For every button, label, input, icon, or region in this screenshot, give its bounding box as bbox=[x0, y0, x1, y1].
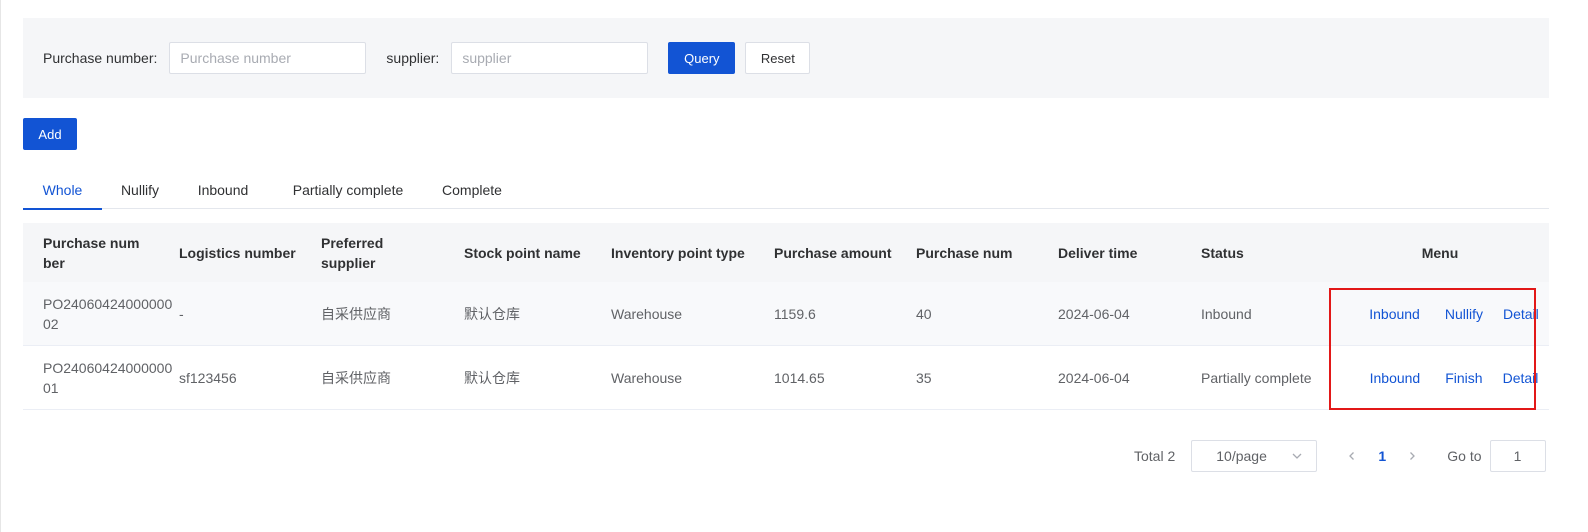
inventory-point-type-cell: Warehouse bbox=[611, 305, 683, 322]
preferred-supplier-cell: 自采供应商 bbox=[321, 369, 391, 386]
column-header-logistics-number: Logistics number bbox=[179, 244, 296, 261]
page-size-select[interactable]: 10/page bbox=[1191, 440, 1318, 472]
purchase-amount-cell: 1159.6 bbox=[774, 305, 816, 322]
finish-link[interactable]: Finish bbox=[1445, 368, 1482, 388]
purchase-order-page: Purchase number: supplier: Query Reset A… bbox=[0, 0, 1588, 532]
purchase-num-cell: 40 bbox=[916, 305, 932, 322]
page-number[interactable]: 1 bbox=[1367, 448, 1397, 464]
tab-complete[interactable]: Complete bbox=[428, 170, 516, 209]
status-cell: Inbound bbox=[1201, 305, 1252, 322]
column-header-stock-point-name: Stock point name bbox=[464, 244, 581, 261]
purchase-number-cell: PO2406042400000001 bbox=[43, 359, 173, 396]
status-cell: Partially complete bbox=[1201, 369, 1312, 386]
goto-page-input[interactable] bbox=[1489, 440, 1546, 472]
add-button[interactable]: Add bbox=[23, 118, 77, 150]
column-header-purchase-num: Purchase num bbox=[916, 244, 1013, 261]
chevron-right-icon bbox=[1410, 452, 1416, 460]
chevron-left-icon bbox=[1349, 452, 1355, 460]
purchase-amount-cell: 1014.65 bbox=[774, 369, 825, 386]
menu-cell: Inbound Finish Detail bbox=[1331, 368, 1549, 388]
detail-link[interactable]: Detail bbox=[1503, 304, 1539, 324]
purchase-number-label: Purchase number: bbox=[43, 50, 158, 66]
inventory-point-type-cell: Warehouse bbox=[611, 369, 683, 386]
tab-partially-complete[interactable]: Partially complete bbox=[268, 170, 428, 209]
pager: 1 bbox=[1341, 445, 1423, 467]
purchase-order-table: Purchase number Logistics number Preferr… bbox=[23, 223, 1549, 410]
tab-inbound[interactable]: Inbound bbox=[178, 170, 268, 209]
reset-button[interactable]: Reset bbox=[745, 42, 811, 74]
tab-whole[interactable]: Whole bbox=[23, 170, 102, 210]
deliver-time-cell: 2024-06-04 bbox=[1058, 369, 1130, 386]
table-header: Purchase number Logistics number Preferr… bbox=[23, 223, 1549, 282]
stock-point-name-cell: 默认仓库 bbox=[464, 369, 520, 386]
purchase-number-cell: PO2406042400000002 bbox=[43, 295, 173, 332]
column-header-inventory-point-type: Inventory point type bbox=[611, 244, 745, 261]
logistics-number-cell: sf123456 bbox=[179, 369, 237, 386]
inbound-link[interactable]: Inbound bbox=[1369, 304, 1420, 324]
total-count: Total 2 bbox=[1134, 448, 1176, 464]
detail-link[interactable]: Detail bbox=[1503, 368, 1539, 388]
tab-nullify[interactable]: Nullify bbox=[102, 170, 178, 209]
query-button[interactable]: Query bbox=[668, 42, 736, 74]
column-header-menu: Menu bbox=[1421, 244, 1459, 261]
deliver-time-cell: 2024-06-04 bbox=[1058, 305, 1130, 322]
pagination: Total 2 10/page 1 Go to bbox=[1134, 440, 1546, 472]
logistics-number-cell: - bbox=[179, 305, 184, 322]
column-header-status: Status bbox=[1201, 244, 1244, 261]
column-header-purchase-amount: Purchase amount bbox=[774, 244, 892, 261]
stock-point-name-cell: 默认仓库 bbox=[464, 305, 520, 322]
column-header-preferred-supplier: Preferred supplier bbox=[321, 234, 384, 271]
table-row: PO2406042400000002 - 自采供应商 默认仓库 Warehous… bbox=[23, 282, 1549, 346]
column-header-purchase-number: Purchase number bbox=[43, 234, 140, 271]
page-size-value: 10/page bbox=[1216, 448, 1267, 464]
column-header-deliver-time: Deliver time bbox=[1058, 244, 1138, 261]
purchase-num-cell: 35 bbox=[916, 369, 932, 386]
nullify-link[interactable]: Nullify bbox=[1445, 304, 1483, 324]
supplier-label: supplier: bbox=[386, 50, 440, 66]
chevron-down-icon bbox=[1292, 453, 1302, 459]
table-row: PO2406042400000001 sf123456 自采供应商 默认仓库 W… bbox=[23, 346, 1549, 410]
inbound-link[interactable]: Inbound bbox=[1370, 368, 1421, 388]
preferred-supplier-cell: 自采供应商 bbox=[321, 305, 391, 322]
goto-label: Go to bbox=[1447, 448, 1482, 464]
status-tabs: Whole Nullify Inbound Partially complete… bbox=[23, 170, 1549, 210]
menu-cell: Inbound Nullify Detail bbox=[1331, 304, 1549, 324]
prev-page-button[interactable] bbox=[1341, 445, 1363, 467]
next-page-button[interactable] bbox=[1401, 445, 1423, 467]
supplier-input[interactable] bbox=[451, 42, 649, 74]
purchase-number-input[interactable] bbox=[169, 42, 367, 74]
filter-bar: Purchase number: supplier: Query Reset bbox=[23, 18, 1549, 98]
